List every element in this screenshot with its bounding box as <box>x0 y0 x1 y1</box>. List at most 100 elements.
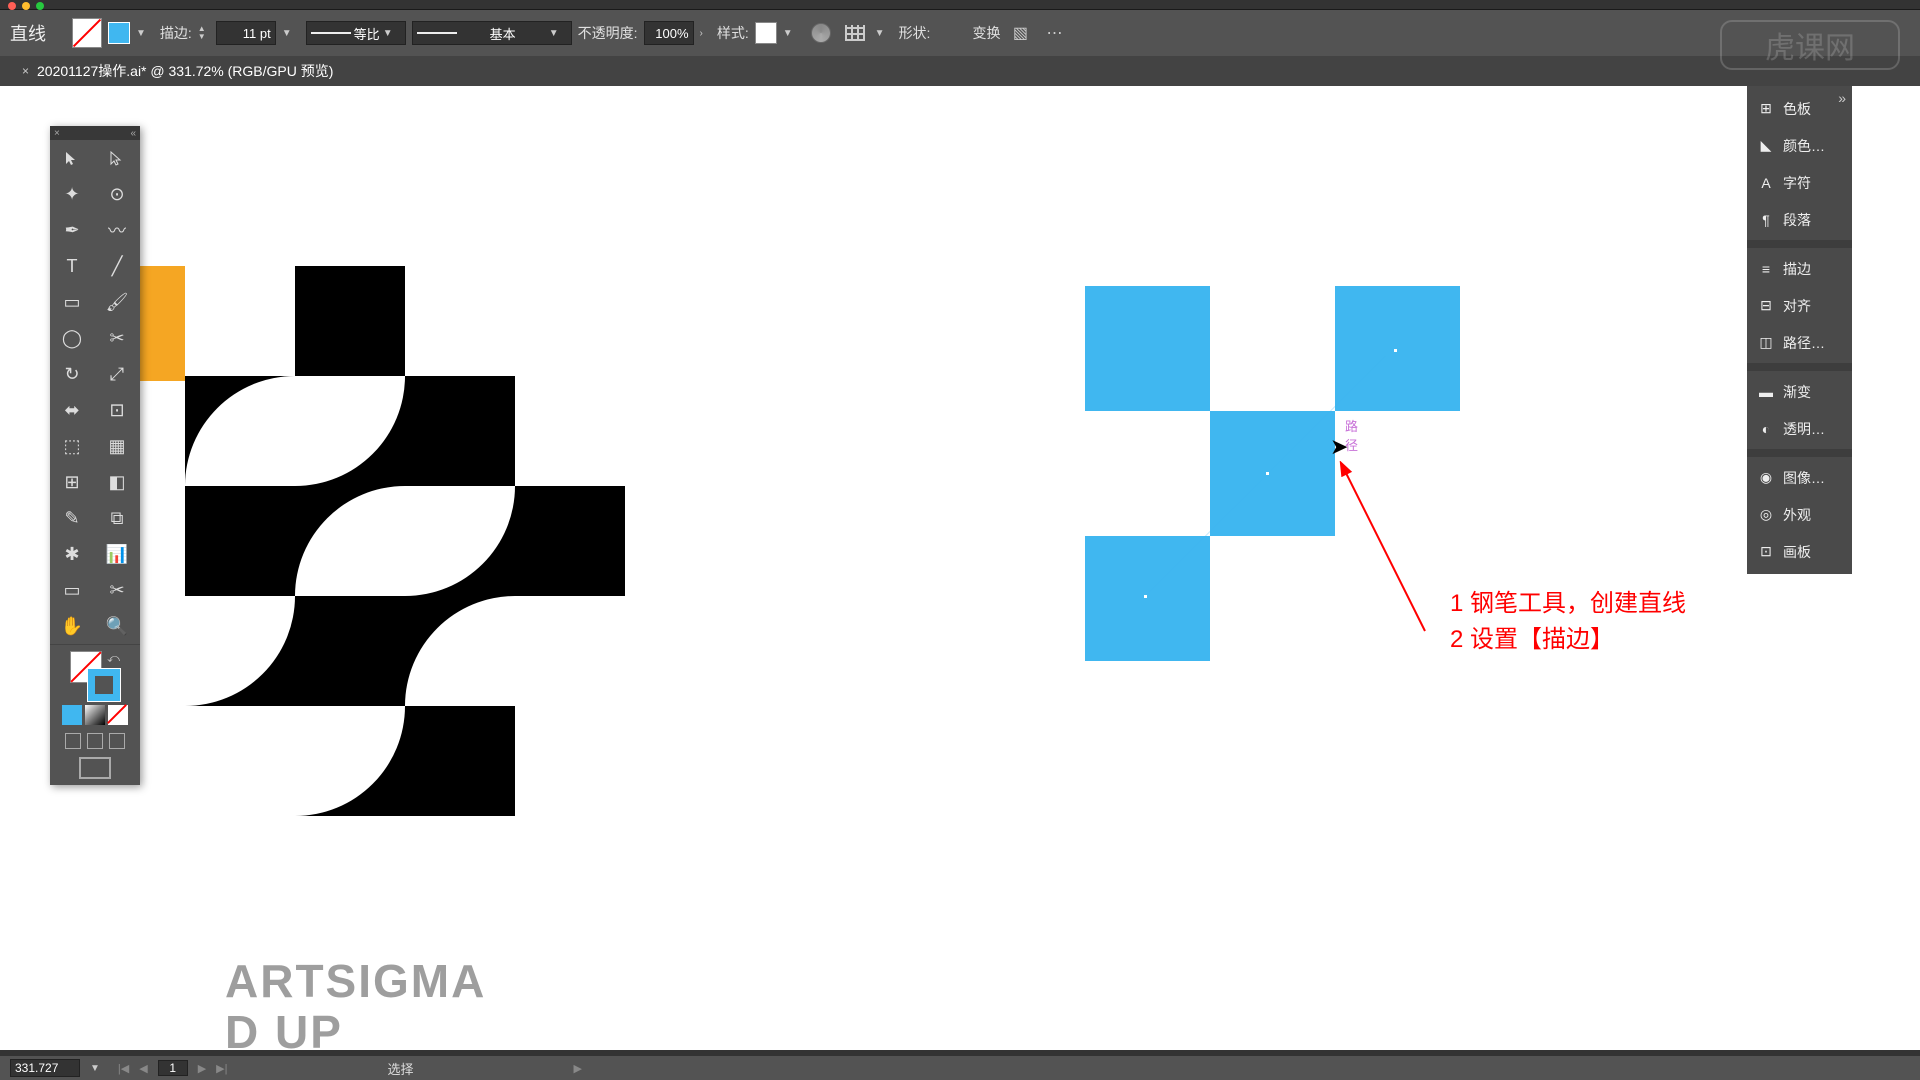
type-tool[interactable]: T <box>50 248 94 284</box>
zoom-tool[interactable]: 🔍 <box>95 608 139 644</box>
isolate-button[interactable]: ▧ <box>1006 19 1034 47</box>
character-panel-button[interactable]: A字符 <box>1747 164 1852 201</box>
magic-wand-tool[interactable]: ✦ <box>50 176 94 212</box>
draw-normal-icon[interactable] <box>65 733 81 749</box>
black-square <box>185 486 295 596</box>
artboard-number-input[interactable] <box>158 1060 188 1076</box>
direct-selection-tool[interactable] <box>95 140 139 176</box>
chevron-right-icon[interactable]: › <box>700 28 703 39</box>
color-icon: ◣ <box>1757 137 1775 155</box>
eraser-tool[interactable]: ✂ <box>95 320 139 356</box>
window-controls[interactable] <box>8 2 44 10</box>
stroke-weight-input[interactable] <box>216 21 276 45</box>
recolor-artwork-button[interactable] <box>807 19 835 47</box>
shaper-tool[interactable]: ◯ <box>50 320 94 356</box>
brand-text: ARTSIGMA D UP <box>225 956 486 1057</box>
chevron-down-icon[interactable]: ▼ <box>875 28 885 39</box>
character-icon: A <box>1757 174 1775 192</box>
nav-arrow-icon[interactable]: ▶ <box>574 1062 582 1075</box>
paragraph-panel-button[interactable]: ¶段落 <box>1747 201 1852 238</box>
mesh-tool[interactable]: ⊞ <box>50 464 94 500</box>
minimize-window-icon[interactable] <box>22 2 30 10</box>
watermark: 虎课网 <box>1720 20 1900 70</box>
collapse-dock-icon[interactable]: » <box>1838 90 1846 106</box>
graph-tool[interactable]: 📊 <box>95 536 139 572</box>
pen-tool[interactable]: ✒ <box>50 212 94 248</box>
symbol-sprayer-tool[interactable]: ✱ <box>50 536 94 572</box>
stroke-label: 描边: <box>160 23 192 43</box>
screen-mode-icon[interactable] <box>79 757 111 779</box>
opacity-input[interactable] <box>644 21 694 45</box>
align-button[interactable] <box>841 19 869 47</box>
draw-behind-icon[interactable] <box>87 733 103 749</box>
chevron-down-icon[interactable]: ▼ <box>136 28 146 39</box>
free-transform-tool[interactable]: ⊡ <box>95 392 139 428</box>
appearance-panel-button[interactable]: ◎外观 <box>1747 496 1852 533</box>
align-panel-button[interactable]: ⊟对齐 <box>1747 287 1852 324</box>
curvature-tool[interactable]: 〰 <box>95 212 139 248</box>
transparency-panel-button[interactable]: ◐透明… <box>1747 410 1852 447</box>
perspective-tool[interactable]: ▦ <box>95 428 139 464</box>
last-artboard-icon[interactable]: ▶| <box>216 1062 227 1075</box>
artboards-panel-button[interactable]: ⊡画板 <box>1747 533 1852 570</box>
line-tool[interactable]: ╱ <box>95 248 139 284</box>
shape-label[interactable]: 形状: <box>899 23 931 43</box>
swap-fill-stroke-icon[interactable]: ⤺ <box>107 651 120 666</box>
anchor-point[interactable] <box>1265 471 1270 476</box>
rectangle-tool[interactable]: ▭ <box>50 284 94 320</box>
eyedropper-tool[interactable]: ✎ <box>50 500 94 536</box>
prev-artboard-icon[interactable]: ◀ <box>139 1062 147 1075</box>
fill-stroke-indicator[interactable]: ⤺ <box>70 651 120 701</box>
stroke-weight-spinner[interactable]: ▲▼ <box>198 25 206 41</box>
image-trace-panel-button[interactable]: ◉图像… <box>1747 459 1852 496</box>
swatches-panel-button[interactable]: ⊞色板 <box>1747 90 1852 127</box>
artboard-tool[interactable]: ▭ <box>50 572 94 608</box>
first-artboard-icon[interactable]: |◀ <box>118 1062 129 1075</box>
color-mode-icon[interactable] <box>62 705 82 725</box>
slice-tool[interactable]: ✂ <box>95 572 139 608</box>
tools-panel-header[interactable]: ×« <box>50 126 140 140</box>
draw-inside-icon[interactable] <box>109 733 125 749</box>
rotate-tool[interactable]: ↻ <box>50 356 94 392</box>
chevron-down-icon[interactable]: ▼ <box>90 1063 100 1074</box>
scale-tool[interactable]: ⤢ <box>95 356 139 392</box>
pathfinder-panel-button[interactable]: ◫路径… <box>1747 324 1852 361</box>
panel-divider <box>1747 240 1852 248</box>
zoom-level-input[interactable] <box>10 1059 80 1077</box>
stroke-panel-button[interactable]: ≡描边 <box>1747 250 1852 287</box>
prefs-button[interactable]: ⋯ <box>1040 19 1068 47</box>
maximize-window-icon[interactable] <box>36 2 44 10</box>
paintbrush-tool[interactable]: 🖌 <box>95 284 139 320</box>
status-tool-hint: 选择 <box>388 1059 414 1078</box>
gradient-icon: ▬ <box>1757 383 1775 401</box>
color-panel-button[interactable]: ◣颜色… <box>1747 127 1852 164</box>
next-artboard-icon[interactable]: ▶ <box>198 1062 206 1075</box>
shape-builder-tool[interactable]: ⬚ <box>50 428 94 464</box>
chevron-down-icon[interactable]: ▼ <box>282 28 292 39</box>
lasso-tool[interactable]: ⊙ <box>95 176 139 212</box>
anchor-point[interactable] <box>1143 594 1148 599</box>
selection-tool[interactable] <box>50 140 94 176</box>
blend-tool[interactable]: ⧉ <box>95 500 139 536</box>
graphic-style-swatch[interactable] <box>755 22 777 44</box>
hand-tool[interactable]: ✋ <box>50 608 94 644</box>
close-tab-icon[interactable]: × <box>22 64 29 78</box>
stroke-swatch[interactable] <box>108 22 130 44</box>
chevron-down-icon[interactable]: ▼ <box>783 28 793 39</box>
brush-dropdown[interactable]: 基本▼ <box>412 21 572 45</box>
black-square <box>515 486 625 596</box>
transform-label[interactable]: 变换 <box>972 23 1000 43</box>
gradient-mode-icon[interactable] <box>85 705 105 725</box>
profile-dropdown[interactable]: 等比▼ <box>306 21 406 45</box>
stroke-color-icon[interactable] <box>88 669 120 701</box>
none-mode-icon[interactable] <box>108 705 128 725</box>
gradient-panel-button[interactable]: ▬渐变 <box>1747 373 1852 410</box>
gradient-tool[interactable]: ◧ <box>95 464 139 500</box>
blue-square <box>1085 286 1210 411</box>
document-tab[interactable]: × 20201127操作.ai* @ 331.72% (RGB/GPU 预览) <box>10 57 345 85</box>
fill-swatch[interactable] <box>72 18 102 48</box>
close-window-icon[interactable] <box>8 2 16 10</box>
canvas[interactable]: ARTSIGMA D UP 路径 ➤ 1 钢笔工具，创建直线 2 设置【描边】 <box>0 86 1920 1050</box>
anchor-point[interactable] <box>1393 348 1398 353</box>
width-tool[interactable]: ⬌ <box>50 392 94 428</box>
